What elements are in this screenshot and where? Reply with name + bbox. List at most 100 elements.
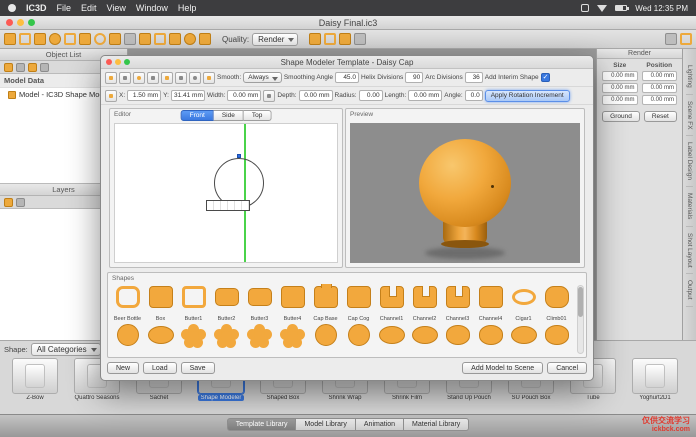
shape-item[interactable]: Butter3 bbox=[243, 284, 276, 322]
tab-output[interactable]: Output bbox=[686, 274, 693, 307]
position-z-field[interactable]: 0.00 mm bbox=[642, 95, 678, 105]
shape-item[interactable] bbox=[144, 322, 177, 357]
menu-clock[interactable]: Wed 12:35 PM bbox=[635, 4, 688, 13]
helix-divisions-field[interactable]: 90 bbox=[405, 72, 423, 83]
cylinder-tool-icon[interactable] bbox=[94, 33, 106, 45]
shape-item[interactable]: Climb01 bbox=[540, 284, 573, 322]
shape-item[interactable]: Cap Cog bbox=[342, 284, 375, 322]
depth-field[interactable]: 0.00 mm bbox=[299, 90, 333, 101]
save-button[interactable]: Save bbox=[181, 362, 215, 374]
sphere-tool-icon[interactable] bbox=[49, 33, 61, 45]
apply-rotation-button[interactable]: Apply Rotation Increment bbox=[485, 90, 570, 102]
link-dimensions-icon[interactable] bbox=[263, 90, 275, 102]
tab-materials[interactable]: Materials bbox=[686, 187, 693, 226]
battery-icon[interactable] bbox=[615, 5, 627, 11]
shape-item[interactable]: Channel2 bbox=[408, 284, 441, 322]
menu-app-name[interactable]: IC3D bbox=[26, 3, 47, 13]
tab-animation[interactable]: Animation bbox=[356, 418, 404, 431]
angle-field[interactable]: 0.0 bbox=[465, 90, 483, 101]
shape-item[interactable]: Beer Bottle bbox=[111, 284, 144, 322]
box-tool-icon[interactable] bbox=[64, 33, 76, 45]
shape-item[interactable] bbox=[210, 322, 243, 357]
cancel-button[interactable]: Cancel bbox=[547, 362, 587, 374]
category-select[interactable]: All Categories bbox=[31, 343, 101, 356]
label-tool-icon[interactable] bbox=[109, 33, 121, 45]
tab-model-library[interactable]: Model Library bbox=[296, 418, 355, 431]
tab-lighting[interactable]: Lighting bbox=[686, 59, 693, 95]
mirror-tool-icon[interactable] bbox=[175, 72, 187, 84]
menu-edit[interactable]: Edit bbox=[81, 3, 97, 13]
remove-layer-icon[interactable] bbox=[16, 198, 25, 207]
profile-cylinder[interactable] bbox=[206, 200, 250, 211]
menu-status-icon[interactable] bbox=[581, 4, 589, 12]
shape-item[interactable] bbox=[375, 322, 408, 357]
new-button[interactable]: New bbox=[107, 362, 139, 374]
close-button[interactable] bbox=[6, 19, 13, 26]
shape-item[interactable]: Butter4 bbox=[276, 284, 309, 322]
tab-side[interactable]: Side bbox=[214, 110, 244, 121]
shapes-scrollbar-thumb[interactable] bbox=[578, 287, 583, 317]
y-field[interactable]: 31.41 mm bbox=[171, 90, 205, 101]
interim-shape-checkbox[interactable] bbox=[541, 73, 550, 82]
coordinate-mode-icon[interactable] bbox=[105, 90, 117, 102]
settings-icon[interactable] bbox=[354, 33, 366, 45]
size-z-field[interactable]: 0.00 mm bbox=[602, 95, 638, 105]
dialog-minimize-button[interactable] bbox=[115, 59, 121, 65]
zoom-button[interactable] bbox=[28, 19, 35, 26]
shape-item[interactable] bbox=[540, 322, 573, 357]
shape-item[interactable]: Butter1 bbox=[177, 284, 210, 322]
duplicate-object-icon[interactable] bbox=[28, 63, 37, 72]
radius-field[interactable]: 0.00 bbox=[359, 90, 383, 101]
shape-item[interactable] bbox=[276, 322, 309, 357]
tab-material-library[interactable]: Material Library bbox=[404, 418, 469, 431]
help-icon[interactable] bbox=[680, 33, 692, 45]
position-x-field[interactable]: 0.00 mm bbox=[642, 71, 678, 81]
add-object-icon[interactable] bbox=[4, 63, 13, 72]
node-tool-icon[interactable] bbox=[133, 72, 145, 84]
shape-item[interactable]: Channel4 bbox=[474, 284, 507, 322]
pen-tool-icon[interactable] bbox=[119, 72, 131, 84]
grid-tool-icon[interactable] bbox=[203, 72, 215, 84]
smooth-select[interactable]: Always bbox=[243, 72, 282, 83]
remove-object-icon[interactable] bbox=[16, 63, 25, 72]
material-tool-icon[interactable] bbox=[139, 33, 151, 45]
size-x-field[interactable]: 0.00 mm bbox=[602, 71, 638, 81]
shapes-scrollbar[interactable] bbox=[577, 285, 584, 354]
shape-item[interactable] bbox=[474, 322, 507, 357]
dialog-zoom-button[interactable] bbox=[124, 59, 130, 65]
arc-divisions-field[interactable]: 36 bbox=[465, 72, 483, 83]
snap-tool-icon[interactable] bbox=[189, 72, 201, 84]
open-model-icon[interactable] bbox=[19, 33, 31, 45]
menu-file[interactable]: File bbox=[57, 3, 72, 13]
animate-icon[interactable] bbox=[324, 33, 336, 45]
preview-canvas[interactable] bbox=[350, 123, 580, 263]
shape-item[interactable]: Cap Base bbox=[309, 284, 342, 322]
smoothing-angle-field[interactable]: 45.0 bbox=[335, 72, 359, 83]
reset-button[interactable]: Reset bbox=[644, 111, 677, 122]
tab-scene-fx[interactable]: Scene FX bbox=[686, 95, 693, 137]
editor-canvas[interactable] bbox=[114, 123, 338, 263]
shape-item[interactable]: Butter2 bbox=[210, 284, 243, 322]
menu-help[interactable]: Help bbox=[178, 3, 197, 13]
load-button[interactable]: Load bbox=[143, 362, 177, 374]
add-layer-icon[interactable] bbox=[4, 198, 13, 207]
line-tool-icon[interactable] bbox=[147, 72, 159, 84]
tab-label-design[interactable]: Label Design bbox=[686, 136, 693, 187]
quality-select[interactable]: Render bbox=[252, 33, 298, 46]
shape-item[interactable] bbox=[441, 322, 474, 357]
measure-icon[interactable] bbox=[339, 33, 351, 45]
info-icon[interactable] bbox=[665, 33, 677, 45]
save-model-icon[interactable] bbox=[34, 33, 46, 45]
shape-tool-icon[interactable] bbox=[169, 33, 181, 45]
shape-item[interactable]: Channel1 bbox=[375, 284, 408, 322]
menu-window[interactable]: Window bbox=[136, 3, 168, 13]
select-tool-icon[interactable] bbox=[105, 72, 117, 84]
position-y-field[interactable]: 0.00 mm bbox=[642, 83, 678, 93]
width-field[interactable]: 0.00 mm bbox=[227, 90, 261, 101]
menu-view[interactable]: View bbox=[107, 3, 126, 13]
snapshot-icon[interactable] bbox=[309, 33, 321, 45]
camera-tool-icon[interactable] bbox=[124, 33, 136, 45]
shape-item[interactable] bbox=[309, 322, 342, 357]
apple-menu-icon[interactable] bbox=[8, 4, 16, 12]
tab-front[interactable]: Front bbox=[181, 110, 214, 121]
